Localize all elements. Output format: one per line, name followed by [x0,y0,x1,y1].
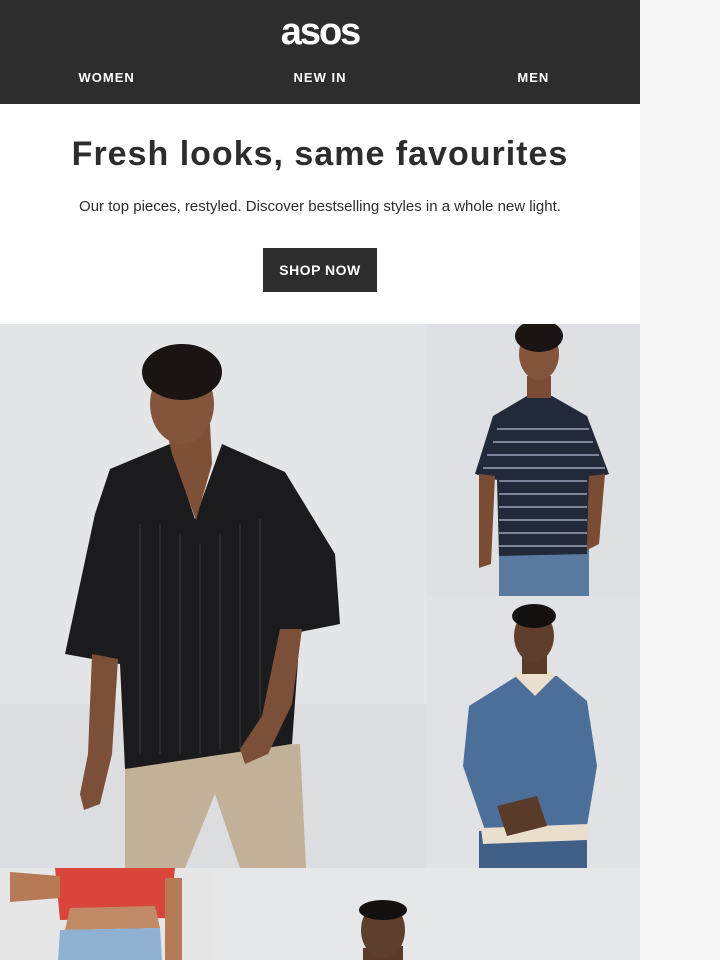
hero-title: Fresh looks, same favourites [71,135,569,173]
product-photo-model-bottom[interactable] [213,868,640,960]
nav-item-men[interactable]: MEN [427,64,640,92]
email-body: asos WOMEN NEW IN MEN Fresh looks, same … [0,0,640,960]
product-photo-denim-shirt[interactable] [427,596,640,868]
email-header: asos WOMEN NEW IN MEN [0,0,640,104]
product-photo-striped-tee[interactable] [427,324,640,596]
shop-now-button[interactable]: SHOP NOW [263,248,377,292]
asos-logo[interactable]: asos [0,10,640,54]
main-nav: WOMEN NEW IN MEN [0,64,640,92]
nav-item-women[interactable]: WOMEN [0,64,213,92]
product-photo-red-tee[interactable] [0,868,213,960]
product-photo-black-polo[interactable] [0,324,427,868]
nav-item-new-in[interactable]: NEW IN [213,64,426,92]
hero-subtitle: Our top pieces, restyled. Discover bests… [79,198,561,215]
